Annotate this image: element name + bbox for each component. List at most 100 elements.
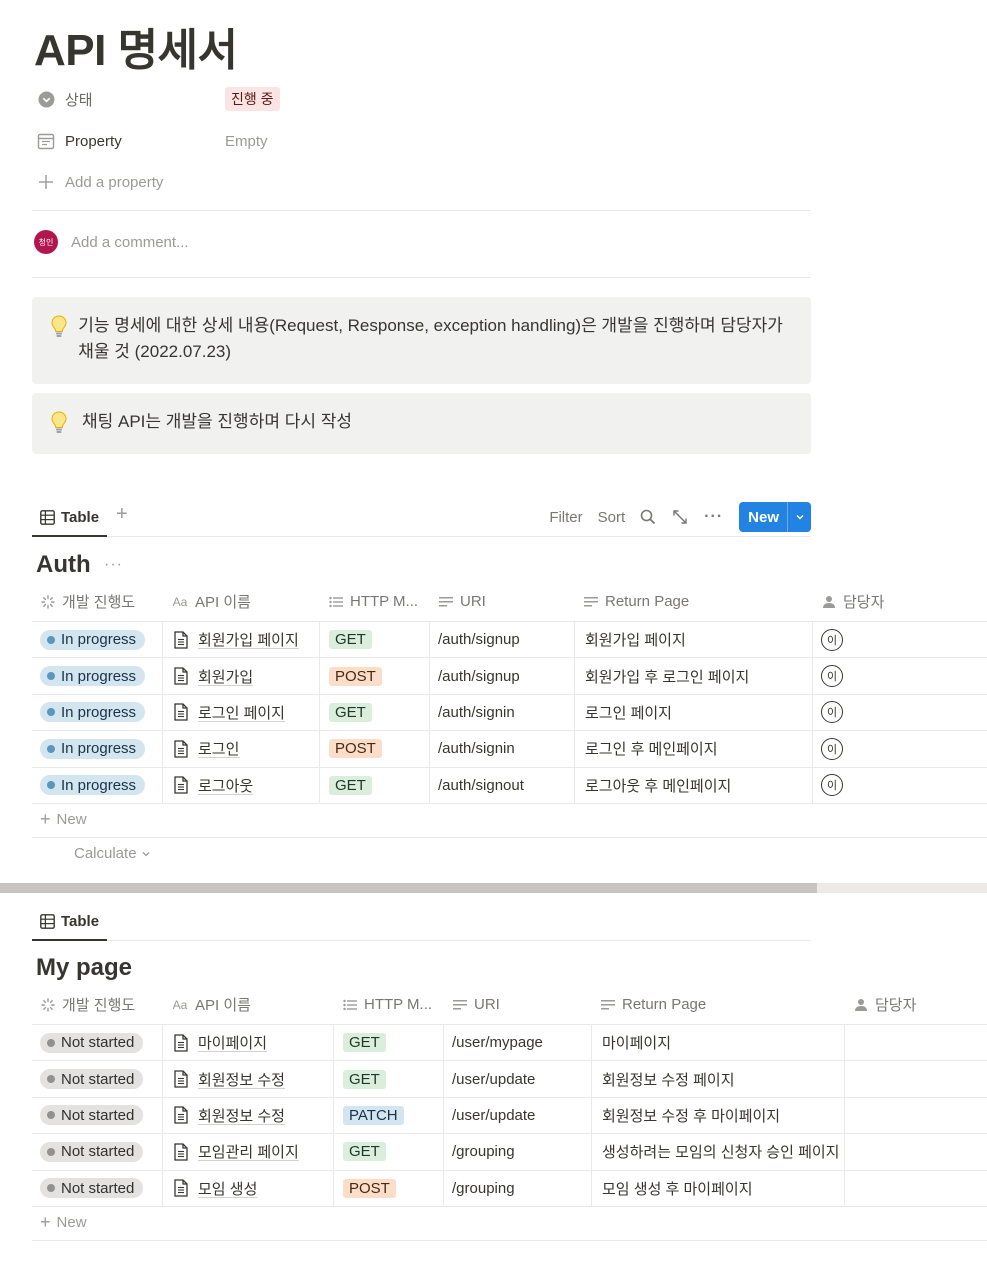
column-header-method[interactable]: HTTP M... xyxy=(334,985,444,1024)
new-button[interactable]: New xyxy=(739,502,811,532)
horizontal-scrollbar[interactable] xyxy=(0,883,987,893)
column-header-name[interactable]: Aa API 이름 xyxy=(163,582,320,621)
search-icon[interactable] xyxy=(640,509,656,525)
uri-cell[interactable]: /grouping xyxy=(444,1134,592,1170)
column-header-return-page[interactable]: Return Page xyxy=(592,985,845,1024)
method-cell[interactable]: GET xyxy=(320,694,430,731)
api-name-link[interactable]: 로그아웃 xyxy=(198,775,253,796)
column-header-status[interactable]: 개발 진행도 xyxy=(32,985,163,1024)
owner-cell[interactable]: 이 xyxy=(813,695,987,730)
filter-button[interactable]: Filter xyxy=(549,509,582,526)
owner-cell[interactable] xyxy=(845,1171,987,1206)
method-cell[interactable]: POST xyxy=(320,658,430,694)
status-cell[interactable]: Not started xyxy=(32,1097,163,1134)
column-header-uri[interactable]: URI xyxy=(430,582,575,621)
property-date[interactable]: Property Empty xyxy=(36,127,796,155)
status-cell[interactable]: In progress xyxy=(32,658,163,694)
name-cell[interactable]: 모임 생성 xyxy=(163,1170,334,1206)
return-page-cell[interactable]: 모임 생성 후 마이페이지 xyxy=(592,1170,845,1206)
column-header-name[interactable]: Aa API 이름 xyxy=(163,985,334,1024)
callout-block[interactable]: 기능 명세에 대한 상세 내용(Request, Response, excep… xyxy=(32,297,811,384)
api-name-link[interactable]: 로그인 xyxy=(198,738,239,759)
add-view-button[interactable]: + xyxy=(116,503,128,526)
callout-block[interactable]: 채팅 API는 개발을 진행하며 다시 작성 xyxy=(32,393,811,454)
owner-cell[interactable]: 이 xyxy=(813,658,987,693)
status-cell[interactable]: Not started xyxy=(32,1170,163,1206)
return-page-cell[interactable]: 로그인 후 메인페이지 xyxy=(575,731,813,767)
table-row[interactable]: Not started 모임관리 페이지 GET /grouping 생성하려는… xyxy=(32,1134,987,1171)
api-name-link[interactable]: 모임 생성 xyxy=(198,1178,257,1199)
column-header-method[interactable]: HTTP M... xyxy=(320,582,430,621)
return-page-cell[interactable]: 회원정보 수정 후 마이페이지 xyxy=(592,1097,845,1134)
method-cell[interactable]: GET xyxy=(334,1134,444,1170)
return-page-cell[interactable]: 로그인 페이지 xyxy=(575,694,813,731)
uri-cell[interactable]: /auth/signin xyxy=(430,731,575,767)
api-name-link[interactable]: 회원가입 xyxy=(198,666,253,687)
return-page-cell[interactable]: 로그아웃 후 메인페이지 xyxy=(575,767,813,803)
table-row[interactable]: In progress 로그인 POST /auth/signin 로그인 후 … xyxy=(32,731,987,768)
status-cell[interactable]: Not started xyxy=(32,1061,163,1097)
column-header-owner[interactable]: 담당자 xyxy=(845,985,987,1024)
name-cell[interactable]: 회원정보 수정 xyxy=(163,1061,334,1097)
table-row[interactable]: Not started 모임 생성 POST /grouping 모임 생성 후… xyxy=(32,1170,987,1207)
api-name-link[interactable]: 모임관리 페이지 xyxy=(198,1141,299,1162)
name-cell[interactable]: 회원가입 페이지 xyxy=(163,622,320,658)
name-cell[interactable]: 로그인 페이지 xyxy=(163,694,320,731)
table-row[interactable]: In progress 회원가입 페이지 GET /auth/signup 회원… xyxy=(32,622,987,659)
uri-cell[interactable]: /grouping xyxy=(444,1170,592,1206)
column-header-return-page[interactable]: Return Page xyxy=(575,582,813,621)
method-cell[interactable]: PATCH xyxy=(334,1097,444,1134)
uri-cell[interactable]: /auth/signout xyxy=(430,767,575,803)
table-row[interactable]: In progress 로그아웃 GET /auth/signout 로그아웃 … xyxy=(32,767,987,804)
chevron-down-icon[interactable] xyxy=(787,502,811,532)
table-row[interactable]: In progress 회원가입 POST /auth/signup 회원가입 … xyxy=(32,658,987,695)
column-header-owner[interactable]: 담당자 xyxy=(813,582,987,621)
owner-cell[interactable]: 이 xyxy=(813,622,987,657)
add-property-button[interactable]: Add a property xyxy=(36,168,796,196)
api-name-link[interactable]: 로그인 페이지 xyxy=(198,702,285,723)
api-name-link[interactable]: 회원정보 수정 xyxy=(198,1105,285,1126)
property-status[interactable]: 상태 진행 중 xyxy=(36,85,796,113)
return-page-cell[interactable]: 회원정보 수정 페이지 xyxy=(592,1061,845,1097)
comment-row[interactable]: 청인 Add a comment... xyxy=(34,230,189,254)
method-cell[interactable]: GET xyxy=(334,1025,444,1061)
table-row[interactable]: Not started 마이페이지 GET /user/mypage 마이페이지 xyxy=(32,1025,987,1062)
uri-cell[interactable]: /user/mypage xyxy=(444,1025,592,1061)
status-badge[interactable]: 진행 중 xyxy=(225,87,280,111)
method-cell[interactable]: GET xyxy=(320,767,430,803)
status-cell[interactable]: Not started xyxy=(32,1025,163,1061)
status-cell[interactable]: In progress xyxy=(32,731,163,767)
column-header-uri[interactable]: URI xyxy=(444,985,592,1024)
owner-cell[interactable] xyxy=(845,1061,987,1096)
owner-cell[interactable] xyxy=(845,1025,987,1060)
database-title[interactable]: My page xyxy=(36,954,132,982)
status-cell[interactable]: Not started xyxy=(32,1134,163,1170)
return-page-cell[interactable]: 회원가입 페이지 xyxy=(575,622,813,658)
api-name-link[interactable]: 회원정보 수정 xyxy=(198,1069,285,1090)
property-value[interactable]: Empty xyxy=(225,133,268,150)
uri-cell[interactable]: /user/update xyxy=(444,1097,592,1134)
column-header-status[interactable]: 개발 진행도 xyxy=(32,582,163,621)
return-page-cell[interactable]: 마이페이지 xyxy=(592,1025,845,1061)
uri-cell[interactable]: /auth/signup xyxy=(430,658,575,694)
owner-cell[interactable]: 이 xyxy=(813,731,987,766)
scrollbar-thumb[interactable] xyxy=(0,883,817,893)
api-name-link[interactable]: 회원가입 페이지 xyxy=(198,629,299,650)
add-row-button[interactable]: + New xyxy=(32,1205,987,1241)
table-row[interactable]: Not started 회원정보 수정 PATCH /user/update 회… xyxy=(32,1097,987,1135)
uri-cell[interactable]: /auth/signin xyxy=(430,694,575,731)
status-cell[interactable]: In progress xyxy=(32,694,163,731)
owner-cell[interactable] xyxy=(845,1134,987,1169)
method-cell[interactable]: POST xyxy=(320,731,430,767)
uri-cell[interactable]: /auth/signup xyxy=(430,622,575,658)
owner-cell[interactable]: 이 xyxy=(813,768,987,803)
table-row[interactable]: Not started 회원정보 수정 GET /user/update 회원정… xyxy=(32,1061,987,1098)
method-cell[interactable]: POST xyxy=(334,1170,444,1206)
uri-cell[interactable]: /user/update xyxy=(444,1061,592,1097)
database-title[interactable]: Auth xyxy=(36,551,91,579)
name-cell[interactable]: 회원가입 xyxy=(163,658,320,694)
name-cell[interactable]: 마이페이지 xyxy=(163,1025,334,1061)
status-cell[interactable]: In progress xyxy=(32,767,163,803)
method-cell[interactable]: GET xyxy=(334,1061,444,1097)
name-cell[interactable]: 로그아웃 xyxy=(163,767,320,803)
